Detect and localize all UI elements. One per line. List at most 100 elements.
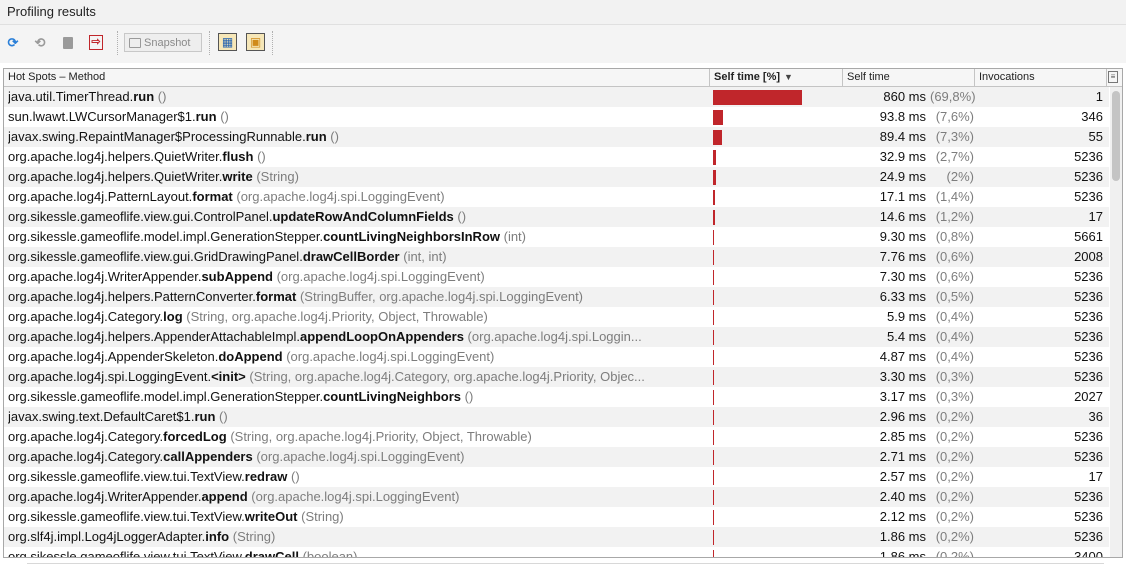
self-time-percent: (0,4%) [935,329,974,344]
table-row[interactable]: org.apache.log4j.AppenderSkeleton.doAppe… [4,347,1109,367]
table-row[interactable]: org.slf4j.impl.Log4jLoggerAdapter.info (… [4,527,1109,547]
table-row[interactable]: org.sikessle.gameoflife.model.impl.Gener… [4,227,1109,247]
self-time-bar [713,330,714,345]
table-row[interactable]: org.apache.log4j.WriterAppender.subAppen… [4,267,1109,287]
self-time-bar [713,110,723,125]
table-row[interactable]: org.apache.log4j.Category.forcedLog (Str… [4,427,1109,447]
method-args: (String) [229,529,276,544]
chart-view-button[interactable]: ▦ [218,33,237,51]
snapshot-view-button[interactable]: ▣ [246,33,265,51]
self-time-bar [713,290,714,305]
method-args: (String, org.apache.log4j.Priority, Obje… [226,429,532,444]
table-row[interactable]: org.sikessle.gameoflife.view.tui.TextVie… [4,547,1109,557]
table-row[interactable]: javax.swing.text.DefaultCaret$1.run () 2.… [4,407,1109,427]
toolbar-separator [209,31,211,55]
self-time-bar-cell [713,290,841,305]
method-cell: org.sikessle.gameoflife.view.tui.TextVie… [8,507,708,527]
self-time-bar-cell [713,390,841,405]
scrollbar-thumb[interactable] [1112,91,1120,181]
table-row[interactable]: org.apache.log4j.helpers.QuietWriter.flu… [4,147,1109,167]
method-name: run [133,89,155,104]
table-row[interactable]: org.apache.log4j.helpers.QuietWriter.wri… [4,167,1109,187]
snapshot-button[interactable]: Snapshot [124,33,202,52]
self-time-bar-cell [713,90,841,105]
invocations-value: 5236 [1074,149,1103,164]
method-cell: org.apache.log4j.helpers.QuietWriter.flu… [8,147,708,167]
method-name: write [222,169,253,184]
invocations-value: 5236 [1074,429,1103,444]
self-time-percent: (1,2%) [935,209,974,224]
method-args: () [326,129,339,144]
table-row[interactable]: java.util.TimerThread.run () 860 ms (69,8%… [4,87,1109,107]
auto-refresh-button[interactable]: ⟲ [30,33,50,52]
self-time-value: 5.9 ms [886,309,926,324]
column-header-label: Invocations [979,71,1035,83]
method-cell: org.sikessle.gameoflife.model.impl.Gener… [8,387,708,407]
table-row[interactable]: org.apache.log4j.helpers.AppenderAttacha… [4,327,1109,347]
self-time-bar-cell [713,490,841,505]
auto-refresh-icon: ⟲ [34,34,46,50]
table-row[interactable]: org.sikessle.gameoflife.view.gui.Control… [4,207,1109,227]
panel-title: Profiling results [7,4,96,19]
self-time-bar [713,130,722,145]
method-name: log [163,309,183,324]
table-row[interactable]: org.apache.log4j.Category.log (String, o… [4,307,1109,327]
method-class: javax.swing.text.DefaultCaret$1. [8,409,195,424]
invocations-value: 2008 [1074,249,1103,264]
table-row[interactable]: javax.swing.RepaintManager$ProcessingRun… [4,127,1109,147]
method-name: append [201,489,248,504]
method-args: () [287,469,300,484]
method-cell: org.apache.log4j.PatternLayout.format (o… [8,187,708,207]
column-header-invocations[interactable]: Invocations [975,69,1107,86]
table-row[interactable]: org.sikessle.gameoflife.view.gui.GridDra… [4,247,1109,267]
self-time-percent: (0,6%) [935,269,974,284]
column-header-self-time-pct[interactable]: Self time [%] ▼ [710,69,843,86]
self-time-value: 93.8 ms [879,109,926,124]
column-chooser-icon[interactable]: ≡ [1108,71,1118,83]
column-header-label: Self time [%] [714,71,781,83]
method-cell: org.sikessle.gameoflife.view.gui.Control… [8,207,708,227]
table-row[interactable]: org.apache.log4j.spi.LoggingEvent.<init>… [4,367,1109,387]
method-name: countLivingNeighbors [323,389,462,404]
method-cell: org.apache.log4j.helpers.QuietWriter.wri… [8,167,708,187]
table-row[interactable]: org.sikessle.gameoflife.view.tui.TextVie… [4,507,1109,527]
invocations-value: 36 [1088,409,1103,424]
method-class: org.apache.log4j.AppenderSkeleton. [8,349,219,364]
refresh-results-button[interactable]: ⟳ [3,33,23,52]
method-class: org.sikessle.gameoflife.model.impl.Gener… [8,229,324,244]
table-row[interactable]: org.sikessle.gameoflife.model.impl.Gener… [4,387,1109,407]
table-row[interactable]: org.apache.log4j.PatternLayout.format (o… [4,187,1109,207]
self-time-bar [713,510,714,525]
export-button[interactable]: ⇨ [86,33,106,52]
table-row[interactable]: org.sikessle.gameoflife.view.tui.TextVie… [4,467,1109,487]
table-row[interactable]: org.apache.log4j.Category.callAppenders … [4,447,1109,467]
table-row[interactable]: org.apache.log4j.helpers.PatternConverte… [4,287,1109,307]
reset-results-button[interactable] [58,33,78,52]
method-name: flush [222,149,254,164]
invocations-value: 55 [1088,129,1103,144]
self-time-value: 24.9 ms [879,169,926,184]
method-name: appendLoopOnAppenders [299,329,464,344]
method-name: run [195,109,217,124]
self-time-bar-cell [713,190,841,205]
sort-descending-icon: ▼ [784,72,793,82]
self-time-bar [713,150,716,165]
self-time-value: 2.85 ms [879,429,926,444]
self-time-bar-cell [713,530,841,545]
method-class: javax.swing.RepaintManager$ProcessingRun… [8,129,306,144]
self-time-percent: (69,8%) [930,89,976,104]
self-time-bar-cell [713,110,841,125]
column-header-method[interactable]: Hot Spots – Method [4,69,710,86]
table-row[interactable]: sun.lwawt.LWCursorManager$1.run () 93.8 m… [4,107,1109,127]
self-time-value: 9.30 ms [879,229,926,244]
column-header-self-time[interactable]: Self time [843,69,975,86]
invocations-value: 5236 [1074,489,1103,504]
method-cell: org.apache.log4j.WriterAppender.subAppen… [8,267,708,287]
method-args: (org.apache.log4j.spi.LoggingEvent) [232,189,445,204]
invocations-value: 5236 [1074,309,1103,324]
self-time-value: 32.9 ms [879,149,926,164]
table-row[interactable]: org.apache.log4j.WriterAppender.append (… [4,487,1109,507]
method-args: () [453,209,467,224]
vertical-scrollbar[interactable] [1110,87,1122,557]
self-time-percent: (0,2%) [935,469,974,484]
